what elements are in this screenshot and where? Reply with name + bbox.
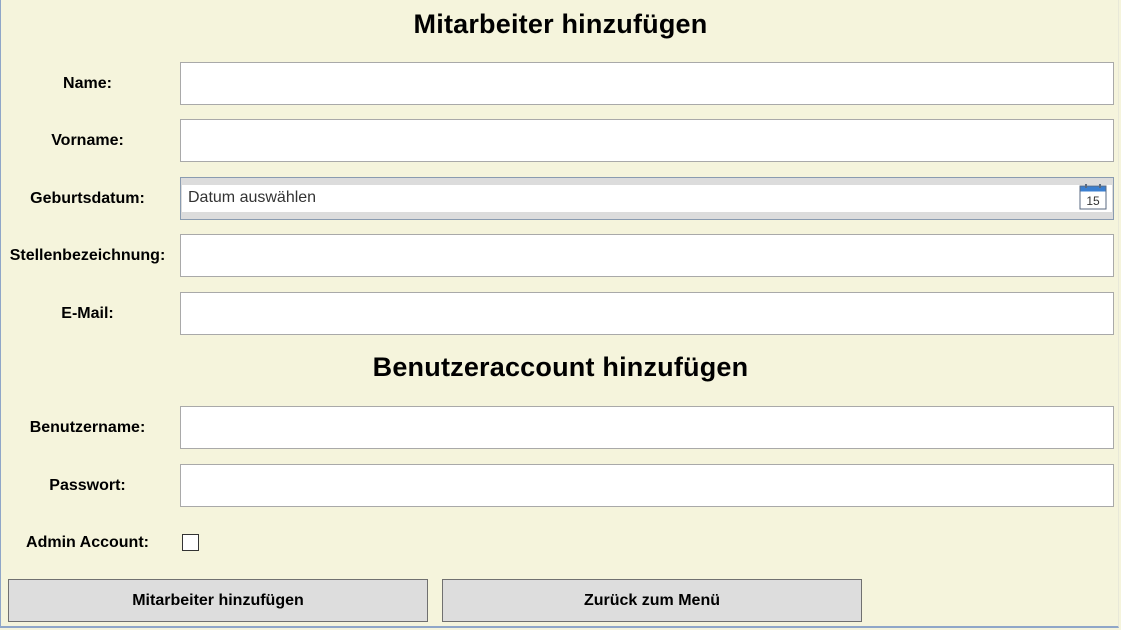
birthdate-placeholder: Datum auswählen bbox=[188, 189, 317, 206]
username-label: Benutzername: bbox=[29, 419, 146, 436]
password-label: Passwort: bbox=[49, 477, 126, 494]
password-input[interactable] bbox=[180, 464, 1114, 507]
firstname-label: Vorname: bbox=[51, 132, 124, 149]
calendar-icon[interactable]: 15 bbox=[1079, 184, 1107, 210]
birthdate-picker[interactable]: Datum auswählen 15 bbox=[180, 177, 1114, 220]
calendar-day-number: 15 bbox=[1086, 194, 1100, 208]
email-input[interactable] bbox=[180, 292, 1114, 335]
admin-account-checkbox[interactable] bbox=[182, 534, 199, 551]
firstname-input[interactable] bbox=[180, 119, 1114, 162]
employee-section-title: Mitarbeiter hinzufügen bbox=[413, 9, 708, 39]
admin-account-label: Admin Account: bbox=[26, 534, 149, 551]
name-input[interactable] bbox=[180, 62, 1114, 105]
username-input[interactable] bbox=[180, 406, 1114, 449]
back-to-menu-button[interactable]: Zurück zum Menü bbox=[442, 579, 862, 622]
jobtitle-label: Stellenbezeichnung: bbox=[9, 247, 166, 264]
add-employee-button[interactable]: Mitarbeiter hinzufügen bbox=[8, 579, 428, 622]
email-label: E-Mail: bbox=[61, 305, 114, 322]
jobtitle-input[interactable] bbox=[180, 234, 1114, 277]
birthdate-label: Geburtsdatum: bbox=[30, 190, 145, 207]
account-section-title: Benutzeraccount hinzufügen bbox=[372, 352, 749, 382]
name-label: Name: bbox=[63, 75, 112, 92]
birthdate-text-area[interactable]: Datum auswählen bbox=[182, 185, 1112, 212]
